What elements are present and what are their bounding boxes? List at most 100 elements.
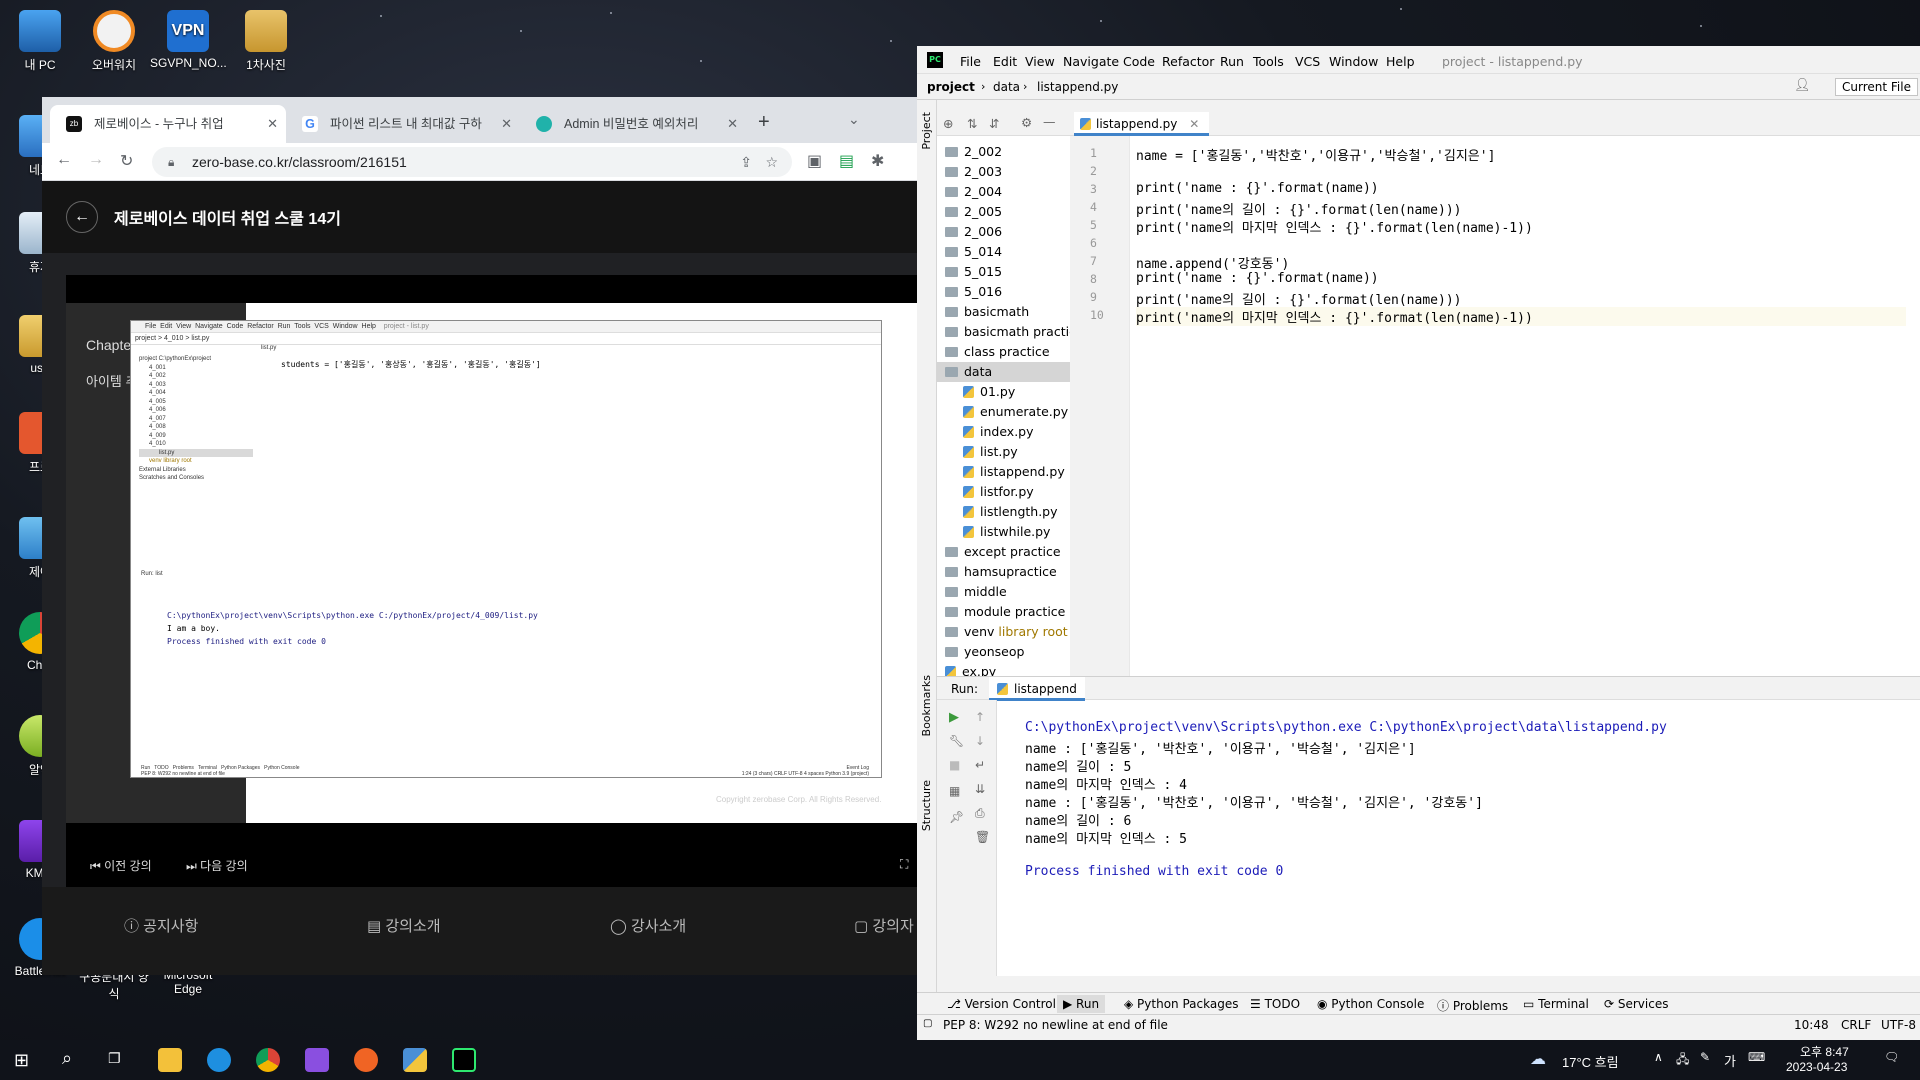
back-arrow-icon[interactable]: ← xyxy=(66,201,98,233)
wrench-icon[interactable]: 🔧︎ xyxy=(949,734,964,748)
tree-file[interactable]: list.py xyxy=(937,442,1085,462)
tab-services[interactable]: ⟳ Services xyxy=(1604,997,1668,1011)
windows-start-icon[interactable]: ⊞ xyxy=(14,1050,29,1071)
tab-problems[interactable]: ⓘ Problems xyxy=(1437,997,1508,1014)
next-lecture-button[interactable]: ⏭︎ 다음 강의 xyxy=(186,857,248,874)
layout-icon[interactable]: ▦ xyxy=(949,784,960,798)
tree-folder[interactable]: yeonseop xyxy=(937,642,1085,662)
star-icon[interactable]: ☆ xyxy=(765,147,778,177)
tree-folder[interactable]: basicmath xyxy=(937,302,1085,322)
tree-folder[interactable]: class practice xyxy=(937,342,1085,362)
rerun-icon[interactable]: ▶ xyxy=(949,710,959,725)
menu-navigate[interactable]: Navigate xyxy=(1063,54,1119,69)
tree-folder[interactable]: basicmath practice xyxy=(937,322,1085,342)
tree-file[interactable]: listwhile.py xyxy=(937,522,1085,542)
tab-version-control[interactable]: ⎇ Version Control xyxy=(947,997,1056,1011)
crosshair-icon[interactable]: ⊕ xyxy=(943,116,953,131)
run-tab-listappend[interactable]: listappend xyxy=(989,677,1085,701)
network-tray-icon[interactable]: 🖧︎ xyxy=(1676,1050,1689,1071)
nav-course-intro[interactable]: ▤ 강의소개 xyxy=(367,915,441,936)
ie-icon[interactable] xyxy=(207,1048,231,1072)
ime-indicator[interactable]: 가 xyxy=(1724,1051,1736,1070)
tree-folder[interactable]: 5_016 xyxy=(937,282,1085,302)
menu-refactor[interactable]: Refactor xyxy=(1162,54,1214,69)
editor-tab-listappend[interactable]: listappend.py ✕ xyxy=(1074,112,1210,136)
clock-time[interactable]: 오후 8:47 xyxy=(1800,1043,1849,1060)
gear-icon[interactable]: ⚙ xyxy=(1021,115,1032,130)
tab-python-packages[interactable]: ◈ Python Packages xyxy=(1124,997,1238,1011)
soft-wrap-icon[interactable]: ↵ xyxy=(975,758,985,772)
tree-folder[interactable]: except practice xyxy=(937,542,1085,562)
tree-folder[interactable]: 2_006 xyxy=(937,222,1085,242)
run-config-select[interactable]: Current File xyxy=(1835,78,1918,96)
nav-materials[interactable]: ▢ 강의자 xyxy=(854,915,914,936)
share-icon[interactable]: ⇪ xyxy=(740,147,752,177)
print-icon[interactable]: ⎙ xyxy=(975,806,985,821)
menu-vcs[interactable]: VCS xyxy=(1295,54,1320,69)
line-separator[interactable]: CRLF xyxy=(1841,1018,1871,1032)
bookmarks-tool-button[interactable]: Bookmarks xyxy=(920,675,933,736)
pen-icon[interactable]: ✎ xyxy=(1700,1050,1710,1064)
new-tab-button[interactable]: + xyxy=(758,111,770,134)
menu-help[interactable]: Help xyxy=(1386,54,1415,69)
breadcrumb-file[interactable]: listappend.py xyxy=(1037,80,1118,94)
clock-date[interactable]: 2023-04-23 xyxy=(1786,1060,1847,1074)
task-view-icon[interactable]: ❐ xyxy=(108,1050,121,1067)
tree-folder[interactable]: venv library root xyxy=(937,622,1085,642)
tree-folder[interactable]: 2_003 xyxy=(937,162,1085,182)
desktop-icon-sgvpn[interactable]: VPN SGVPN_NO... xyxy=(150,10,227,70)
desktop-icon-overwatch[interactable]: 오버워치 xyxy=(76,10,152,73)
tree-folder[interactable]: middle xyxy=(937,582,1085,602)
prev-lecture-button[interactable]: ⏮︎ 이전 강의 xyxy=(90,857,152,874)
stop-icon[interactable]: ■ xyxy=(949,758,960,772)
breadcrumb-project[interactable]: project xyxy=(927,80,975,94)
tab-zerobase[interactable]: zb 제로베이스 - 누구나 취업 ✕ xyxy=(50,105,286,143)
address-bar[interactable]: 🔒︎ zero-base.co.kr/classroom/216151 ⇪ ☆ xyxy=(152,147,792,177)
extension-icon-2[interactable]: ▤ xyxy=(839,151,854,171)
chrome-taskbar-icon[interactable] xyxy=(256,1048,280,1072)
tree-folder[interactable]: 2_004 xyxy=(937,182,1085,202)
tab-admin-password[interactable]: Admin 비밀번호 예외처리 ✕ xyxy=(520,105,746,143)
pin-icon[interactable]: 📌︎ xyxy=(949,810,964,824)
menu-edit[interactable]: Edit xyxy=(993,54,1017,69)
tree-folder[interactable]: module practice xyxy=(937,602,1085,622)
weather-icon[interactable]: ☁ xyxy=(1530,1049,1546,1069)
extension-icon[interactable]: ▣ xyxy=(807,151,822,171)
inspection-icon[interactable]: ▢ xyxy=(923,1018,932,1029)
menu-code[interactable]: Code xyxy=(1123,54,1155,69)
nav-notice[interactable]: ⓘ 공지사항 xyxy=(124,915,198,936)
back-icon[interactable]: ← xyxy=(56,151,72,169)
menu-view[interactable]: View xyxy=(1025,54,1055,69)
close-icon[interactable]: ✕ xyxy=(267,105,278,143)
tree-file[interactable]: listlength.py xyxy=(937,502,1085,522)
search-icon[interactable]: ⌕ xyxy=(62,1048,72,1069)
close-icon[interactable]: ✕ xyxy=(501,105,512,143)
tab-run[interactable]: ▶ Run xyxy=(1057,995,1106,1013)
status-message[interactable]: PEP 8: W292 no newline at end of file xyxy=(943,1018,1168,1032)
tree-folder[interactable]: 5_014 xyxy=(937,242,1085,262)
tree-file[interactable]: listfor.py xyxy=(937,482,1085,502)
file-explorer-icon[interactable] xyxy=(158,1048,182,1072)
tree-folder[interactable]: 5_015 xyxy=(937,262,1085,282)
tree-file[interactable]: listappend.py xyxy=(937,462,1085,482)
tree-file[interactable]: ex.py xyxy=(937,662,1085,676)
tab-todo[interactable]: ☰ TODO xyxy=(1250,997,1300,1011)
python-idle-icon[interactable] xyxy=(403,1048,427,1072)
pycharm-taskbar-icon[interactable] xyxy=(452,1048,476,1072)
tray-chevron-icon[interactable]: ∧ xyxy=(1654,1050,1663,1064)
minimize-icon[interactable]: — xyxy=(1043,114,1056,129)
puzzle-icon[interactable]: ✱ xyxy=(871,151,884,171)
expand-all-icon[interactable]: ⇅ xyxy=(967,116,977,131)
tab-terminal[interactable]: ▭ Terminal xyxy=(1523,997,1589,1011)
tab-python-max[interactable]: G 파이썬 리스트 내 최대값 구하 ✕ xyxy=(286,105,520,143)
nav-instructor[interactable]: ◯ 강사소개 xyxy=(610,915,686,936)
scroll-end-icon[interactable]: ⇊ xyxy=(975,782,985,796)
menu-file[interactable]: File xyxy=(960,54,981,69)
visual-studio-icon[interactable] xyxy=(305,1048,329,1072)
trash-icon[interactable]: 🗑︎ xyxy=(975,830,990,844)
weather-text[interactable]: 17°C 흐림 xyxy=(1562,1052,1619,1071)
desktop-icon-my-pc[interactable]: 내 PC xyxy=(2,10,78,73)
breadcrumb-data[interactable]: data xyxy=(993,80,1020,94)
caret-position[interactable]: 10:48 xyxy=(1794,1018,1829,1032)
up-icon[interactable]: ↑ xyxy=(975,710,985,724)
